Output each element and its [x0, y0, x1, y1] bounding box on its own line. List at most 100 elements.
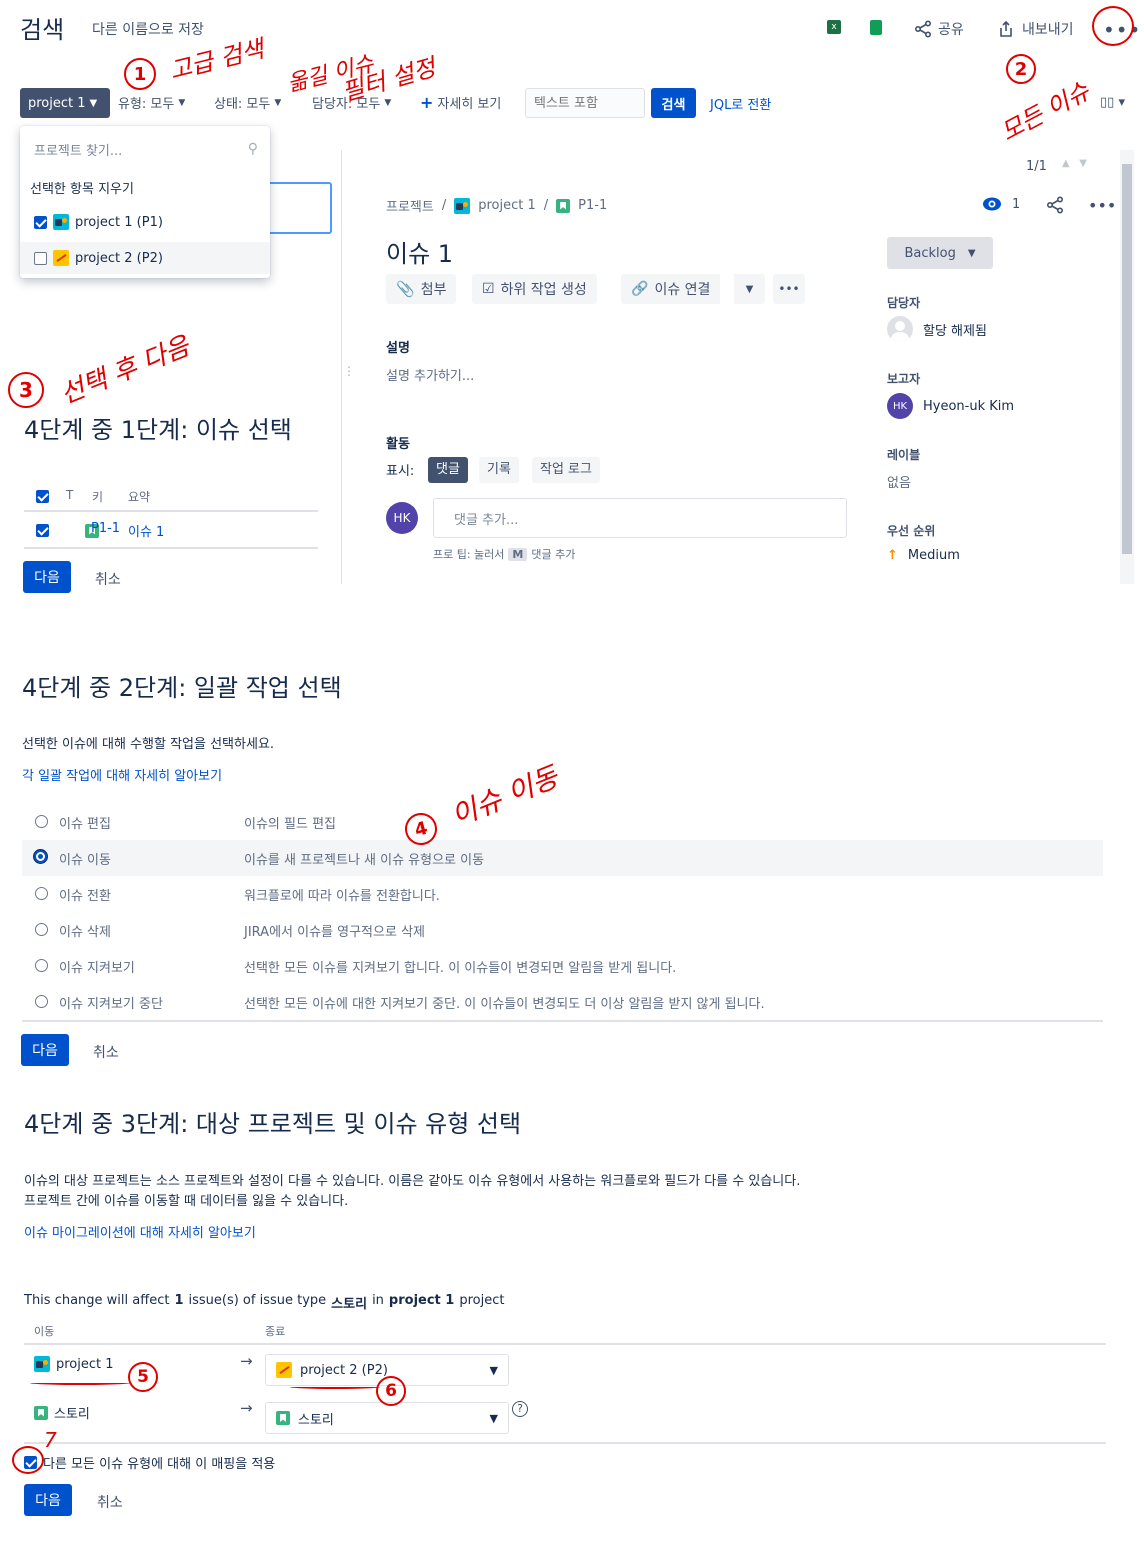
panel-divider[interactable]	[341, 150, 342, 584]
create-subtask-button[interactable]: ☑ 하위 작업 생성	[472, 274, 597, 304]
project-search-field[interactable]: 프로젝트 찾기... ⚲	[34, 138, 258, 160]
source-project: project 1	[34, 1356, 114, 1372]
step2-cancel-link[interactable]: 취소	[93, 1042, 119, 1062]
sheets-icon[interactable]	[870, 20, 882, 35]
project-option[interactable]: project 1 (P1)	[20, 206, 270, 238]
project-search-placeholder: 프로젝트 찾기...	[34, 143, 123, 159]
scrollbar-thumb[interactable]	[1122, 164, 1132, 554]
step3-next-button[interactable]: 다음	[24, 1484, 72, 1516]
project-filter[interactable]: project 1 ▼	[20, 88, 110, 118]
select-all-checkbox[interactable]	[36, 490, 49, 503]
step1-cancel-link[interactable]: 취소	[95, 569, 121, 589]
pro-tip: 프로 팁: 눌러서 M 댓글 추가	[433, 546, 575, 562]
step3-cancel-link[interactable]: 취소	[97, 1492, 123, 1512]
text-search-input[interactable]	[525, 88, 645, 118]
search-button[interactable]: 검색	[651, 88, 696, 118]
resize-handle-icon[interactable]: ⋮	[343, 364, 355, 378]
col-summary: 요약	[128, 490, 151, 504]
step2-learn-link[interactable]: 각 일괄 작업에 대해 자세히 알아보기	[22, 765, 222, 784]
breadcrumb-item[interactable]: P1-1	[578, 198, 607, 213]
operation-option[interactable]: 이슈 편집 이슈의 필드 편집	[22, 804, 1103, 840]
operation-option[interactable]: 이슈 지켜보기 중단 선택한 모든 이슈에 대한 지켜보기 중단. 이 이슈들이…	[22, 984, 1103, 1020]
share-icon[interactable]	[1045, 196, 1065, 214]
table-row[interactable]: P1-1 이슈 1	[24, 514, 318, 546]
attach-button[interactable]: 📎 첨부	[386, 274, 457, 304]
issue-key-link[interactable]: P1-1	[91, 521, 120, 536]
priority-field[interactable]: ↑ Medium	[887, 548, 960, 563]
apply-all-row[interactable]: 다른 모든 이슈 유형에 대해 이 매핑을 적용	[24, 1453, 275, 1472]
radio-edit[interactable]	[35, 815, 48, 828]
labels-value[interactable]: 없음	[887, 472, 911, 491]
row-checkbox[interactable]	[36, 524, 49, 537]
radio-delete[interactable]	[35, 923, 48, 936]
issue-title[interactable]: 이슈 1	[386, 234, 453, 269]
operation-option[interactable]: 이슈 지켜보기 선택한 모든 이슈를 지켜보기 합니다. 이 이슈들이 변경되면…	[22, 948, 1103, 984]
excel-icon[interactable]: x	[827, 20, 841, 34]
annotation-3-circle: 3	[8, 372, 44, 408]
operation-option[interactable]: 이슈 삭제 JIRA에서 이슈를 영구적으로 삭제	[22, 912, 1103, 948]
breadcrumb-item[interactable]: project 1	[478, 198, 536, 213]
radio-transition[interactable]	[35, 887, 48, 900]
description-placeholder[interactable]: 설명 추가하기...	[386, 365, 474, 384]
breadcrumb: 프로젝트 / project 1/ P1-1	[386, 196, 608, 215]
help-icon[interactable]: ?	[512, 1401, 528, 1417]
tab-worklog[interactable]: 작업 로그	[532, 457, 600, 483]
type-filter[interactable]: 유형: 모두 ▼	[118, 93, 185, 112]
reporter-field[interactable]: HK Hyeon-uk Kim	[887, 393, 1014, 419]
status-button[interactable]: Backlog ▼	[887, 237, 993, 269]
operation-option[interactable]: 이슈 전환 워크플로에 따라 이슈를 전환합니다.	[22, 876, 1103, 912]
search-icon: ⚲	[247, 141, 258, 157]
status-label: Backlog	[904, 245, 956, 261]
scrollbar[interactable]	[1120, 150, 1134, 584]
radio-move[interactable]	[34, 850, 47, 863]
share-button[interactable]: 공유	[914, 19, 964, 39]
tab-history[interactable]: 기록	[479, 457, 519, 483]
share-label: 공유	[938, 22, 964, 38]
project-1-icon	[34, 1356, 50, 1372]
radio-watch[interactable]	[35, 959, 48, 972]
option-label: 이슈 이동	[59, 853, 111, 868]
tab-comments[interactable]: 댓글	[428, 457, 468, 483]
switch-jql-link[interactable]: JQL로 전환	[710, 94, 771, 113]
more-filters-button[interactable]: + 자세히 보기	[420, 93, 501, 112]
export-icon	[1000, 20, 1012, 37]
story-icon	[34, 1405, 48, 1420]
search-field-behind[interactable]	[270, 182, 332, 234]
annotation-2-text: 모든 이슈	[996, 76, 1095, 147]
option-label: 이슈 지켜보기 중단	[59, 997, 163, 1012]
radio-stop-watch[interactable]	[35, 995, 48, 1008]
project-option-checkbox[interactable]	[34, 251, 47, 265]
layout-toggle-icon[interactable]: ▯▯ ▾	[1100, 95, 1125, 110]
step2-next-button[interactable]: 다음	[21, 1034, 69, 1066]
paperclip-icon: 📎	[396, 280, 415, 298]
target-type-label: 스토리	[298, 1412, 334, 1428]
apply-all-label: 다른 모든 이슈 유형에 대해 이 매핑을 적용	[43, 1457, 276, 1472]
arrow-right-icon: →	[240, 1399, 253, 1417]
option-label: 이슈 전환	[59, 889, 111, 904]
more-icon[interactable]: •••	[1088, 196, 1116, 215]
avatar: HK	[386, 502, 418, 534]
watch-button[interactable]: 1	[982, 196, 1020, 212]
step3-learn-link[interactable]: 이슈 마이그레이션에 대해 자세히 알아보기	[24, 1222, 256, 1241]
chevron-down-icon: ▼	[384, 97, 392, 108]
breadcrumb-item[interactable]: 프로젝트	[386, 196, 434, 215]
target-type-select[interactable]: 스토리 ▼	[265, 1402, 509, 1434]
clear-selection-button[interactable]: 선택한 항목 지우기	[30, 178, 134, 197]
link-issue-dropdown[interactable]: ▼	[733, 274, 765, 304]
more-actions-button[interactable]: •••	[773, 274, 805, 304]
save-as-button[interactable]: 다른 이름으로 저장	[92, 19, 204, 39]
export-button[interactable]: 내보내기	[998, 19, 1074, 39]
col-target: 종료	[265, 1325, 286, 1338]
assignee-field[interactable]: 할당 해제됨	[887, 316, 987, 342]
project-option[interactable]: project 2 (P2)	[20, 242, 270, 274]
link-issue-button[interactable]: 🔗 이슈 연결	[621, 274, 721, 304]
status-filter-label: 상태: 모두	[214, 97, 271, 112]
operation-option[interactable]: 이슈 이동 이슈를 새 프로젝트나 새 이슈 유형으로 이동	[22, 840, 1103, 876]
status-filter[interactable]: 상태: 모두 ▼	[214, 93, 281, 112]
step1-next-button[interactable]: 다음	[23, 561, 71, 593]
project-option-checkbox[interactable]	[34, 215, 47, 229]
pager-arrows-icon[interactable]: ▲ ▼	[1062, 158, 1087, 169]
option-desc: JIRA에서 이슈를 영구적으로 삭제	[244, 925, 425, 940]
issue-summary-link[interactable]: 이슈 1	[128, 521, 164, 540]
comment-input[interactable]: 댓글 추가...	[433, 498, 847, 538]
